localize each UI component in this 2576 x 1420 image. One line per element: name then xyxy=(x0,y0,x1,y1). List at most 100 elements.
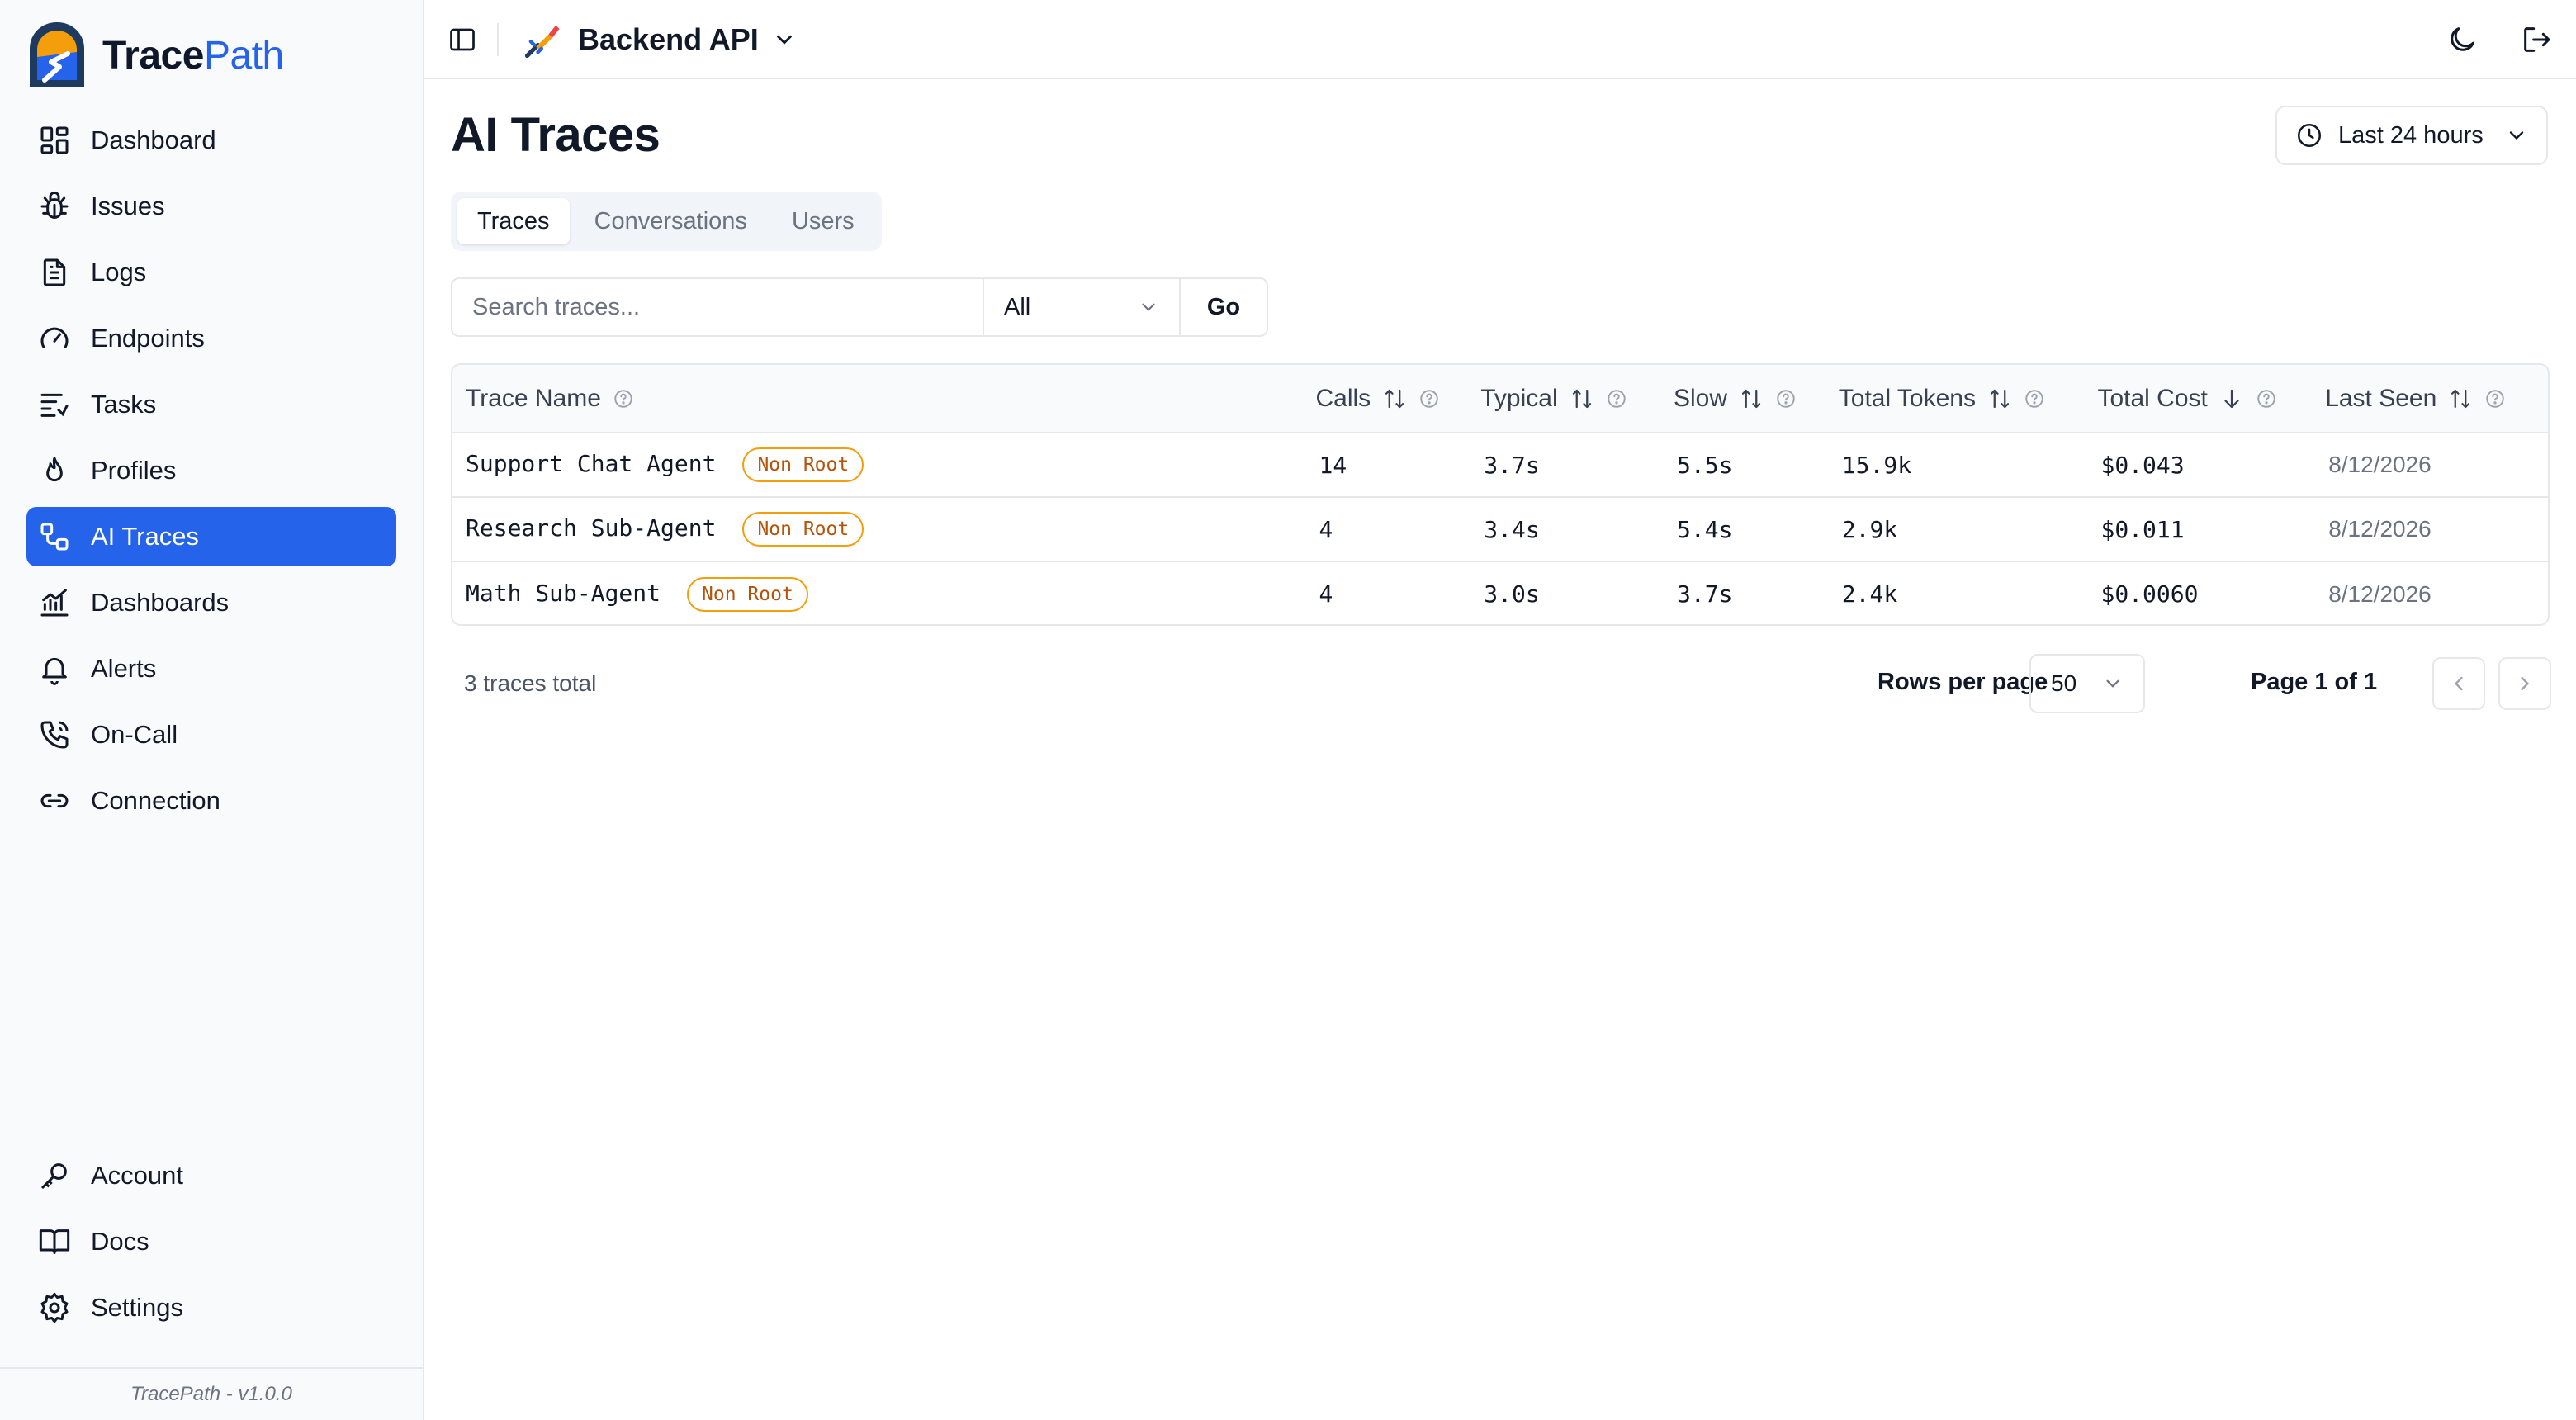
calls-cell: 4 xyxy=(1319,515,1333,543)
go-button[interactable]: Go xyxy=(1181,277,1268,337)
sidebar-item-label: Dashboards xyxy=(91,588,230,617)
help-circle-icon[interactable] xyxy=(1775,388,1797,409)
col-calls[interactable]: Calls xyxy=(1316,365,1481,433)
chevron-left-icon xyxy=(2454,676,2463,691)
sidebar-item-on-call[interactable]: On-Call xyxy=(26,705,396,764)
sidebar-item-dashboard[interactable]: Dashboard xyxy=(26,111,396,170)
moon-icon[interactable] xyxy=(2446,23,2479,56)
col-total-tokens[interactable]: Total Tokens xyxy=(1839,365,2098,433)
sidebar-item-dashboards[interactable]: Dashboards xyxy=(26,573,396,632)
tracepath-logo-icon xyxy=(30,22,84,87)
typical-cell: 3.0s xyxy=(1484,580,1540,608)
sidebar-item-ai-traces[interactable]: AI Traces xyxy=(26,507,396,566)
status-badge: Non Root xyxy=(742,447,864,482)
col-total-cost[interactable]: Total Cost xyxy=(2097,365,2325,433)
help-circle-icon[interactable] xyxy=(613,388,634,409)
col-trace-name[interactable]: Trace Name xyxy=(452,365,1316,433)
help-circle-icon[interactable] xyxy=(1418,388,1440,409)
traces-table: Trace Name Calls Typical Slow Total Toke… xyxy=(451,363,2550,626)
arrow-down-icon[interactable] xyxy=(2219,386,2244,411)
trace-tabs: Traces Conversations Users xyxy=(451,192,882,251)
sidebar-item-label: Issues xyxy=(91,192,165,220)
rows-per-page-select[interactable]: 50 xyxy=(2029,654,2145,713)
sidebar-item-label: Logs xyxy=(91,258,147,286)
sort-icon[interactable] xyxy=(1739,386,1764,411)
search-input[interactable] xyxy=(451,277,983,337)
bell-icon xyxy=(42,657,67,685)
last-seen-cell: 8/12/2026 xyxy=(2328,452,2432,477)
brand-name-part1: Trace xyxy=(102,33,204,78)
col-last-seen[interactable]: Last Seen xyxy=(2325,365,2548,433)
book-icon xyxy=(39,1229,70,1254)
rows-per-page-value: 50 xyxy=(2051,670,2077,696)
chevron-down-icon xyxy=(2509,131,2524,140)
sidebar-toggle-icon[interactable] xyxy=(447,25,477,54)
bug-icon xyxy=(40,191,69,219)
logout-icon[interactable] xyxy=(2520,23,2553,56)
sort-icon[interactable] xyxy=(1570,386,1594,411)
sidebar-bottom-nav: Account Docs Settings xyxy=(26,1146,396,1344)
cost-cell: $0.0060 xyxy=(2100,580,2199,608)
col-label: Calls xyxy=(1315,384,1371,412)
cost-cell: $0.043 xyxy=(2100,451,2185,479)
brand-name-part2: Path xyxy=(203,33,284,78)
list-todo-icon xyxy=(40,393,69,417)
chevron-right-icon xyxy=(2521,676,2530,691)
help-circle-icon[interactable] xyxy=(2256,388,2277,409)
sidebar-item-label: On-Call xyxy=(91,720,178,749)
sidebar-item-issues[interactable]: Issues xyxy=(26,177,396,236)
tokens-cell: 2.4k xyxy=(1841,580,1898,608)
chart-line-icon xyxy=(40,589,69,617)
table-row[interactable]: Research Sub-Agent Non Root 4 3.4s 5.4s 2… xyxy=(452,497,2548,561)
sidebar-item-settings[interactable]: Settings xyxy=(26,1278,396,1337)
table-header-row: Trace Name Calls Typical Slow Total Toke… xyxy=(452,365,2548,433)
link-icon xyxy=(40,793,69,808)
traces-total: 3 traces total xyxy=(464,670,597,696)
app-version: TracePath - v1.0.0 xyxy=(0,1367,423,1420)
chevron-down-icon xyxy=(776,35,792,45)
help-circle-icon[interactable] xyxy=(2484,388,2506,409)
help-circle-icon[interactable] xyxy=(2024,388,2045,409)
filter-select[interactable]: All xyxy=(983,277,1181,337)
sidebar-item-profiles[interactable]: Profiles xyxy=(26,441,396,500)
cost-cell: $0.011 xyxy=(2100,515,2185,543)
sidebar-item-endpoints[interactable]: Endpoints xyxy=(26,309,396,368)
col-label: Last Seen xyxy=(2325,384,2437,412)
typical-cell: 3.4s xyxy=(1484,515,1540,543)
col-label: Typical xyxy=(1480,384,1558,412)
topbar: Backend API xyxy=(424,0,2576,79)
sidebar-item-logs[interactable]: Logs xyxy=(26,243,396,302)
sidebar-item-account[interactable]: Account xyxy=(26,1146,396,1205)
col-typical[interactable]: Typical xyxy=(1480,365,1674,433)
sidebar-item-label: Account xyxy=(91,1161,184,1190)
sidebar-item-docs[interactable]: Docs xyxy=(26,1212,396,1271)
main-content: AI Traces Last 24 hours Traces Conversat… xyxy=(424,79,2576,1420)
project-switcher[interactable]: Backend API xyxy=(522,17,797,63)
sidebar-item-connection[interactable]: Connection xyxy=(26,771,396,831)
sidebar-item-label: Dashboard xyxy=(91,125,216,154)
tab-conversations[interactable]: Conversations xyxy=(575,198,767,244)
table-row[interactable]: Support Chat Agent Non Root 14 3.7s 5.5s … xyxy=(452,433,2548,497)
filter-value: All xyxy=(1004,293,1031,320)
prev-page-button[interactable] xyxy=(2432,657,2485,710)
trace-name: Support Chat Agent xyxy=(466,450,717,477)
tab-users[interactable]: Users xyxy=(772,198,874,244)
table-row[interactable]: Math Sub-Agent Non Root 4 3.0s 3.7s 2.4k … xyxy=(452,561,2548,624)
help-circle-icon[interactable] xyxy=(1606,388,1627,409)
col-label: Trace Name xyxy=(466,384,601,412)
status-badge: Non Root xyxy=(687,576,808,612)
sort-icon[interactable] xyxy=(1987,386,2012,411)
sidebar-item-alerts[interactable]: Alerts xyxy=(26,639,396,698)
brand[interactable]: TracePath xyxy=(26,20,284,91)
next-page-button[interactable] xyxy=(2498,657,2551,710)
tab-traces[interactable]: Traces xyxy=(457,198,570,244)
col-slow[interactable]: Slow xyxy=(1674,365,1839,433)
page-indicator: Page 1 of 1 xyxy=(2251,669,2378,695)
sidebar-item-label: AI Traces xyxy=(91,522,199,551)
sort-icon[interactable] xyxy=(2448,386,2473,411)
sidebar-item-tasks[interactable]: Tasks xyxy=(26,375,396,434)
time-range-select[interactable]: Last 24 hours xyxy=(2275,106,2548,165)
topbar-divider xyxy=(497,23,499,56)
trace-name: Math Sub-Agent xyxy=(466,579,661,607)
sort-icon[interactable] xyxy=(1382,386,1407,411)
